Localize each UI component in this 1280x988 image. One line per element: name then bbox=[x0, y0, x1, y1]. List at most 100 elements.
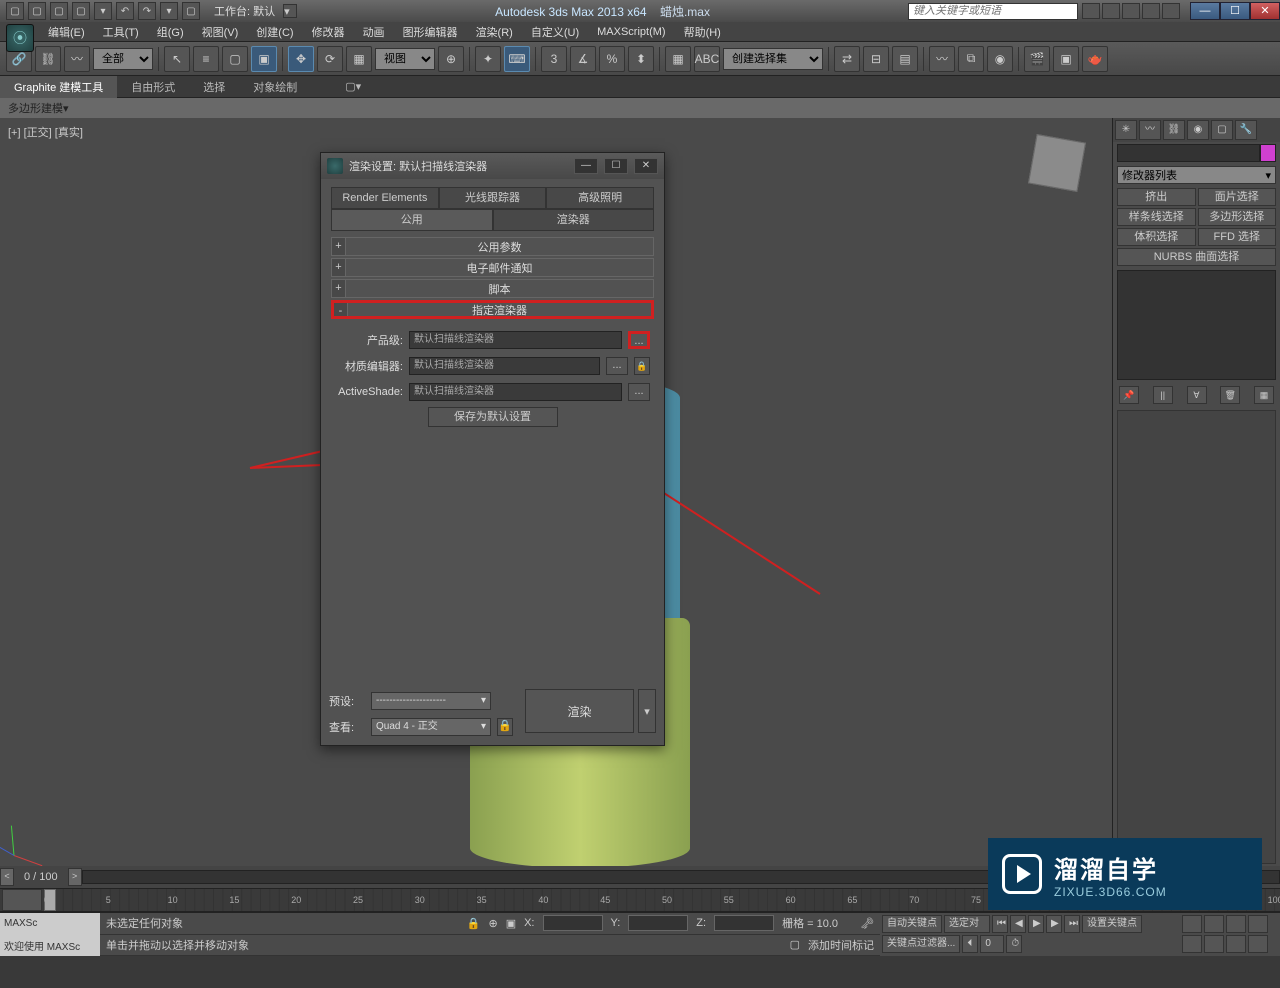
qat-dropdown[interactable]: ▾ bbox=[94, 2, 112, 20]
choose-activeshade-renderer-button[interactable]: ... bbox=[628, 383, 650, 401]
qat-button[interactable]: ▢ bbox=[72, 2, 90, 20]
tab-render-elements[interactable]: Render Elements bbox=[331, 187, 439, 209]
ribbon-tab-paint[interactable]: 对象绘制 bbox=[239, 76, 311, 98]
unlink-icon[interactable]: ⛓ bbox=[35, 46, 61, 72]
x-input[interactable] bbox=[543, 915, 603, 931]
menu-help[interactable]: 帮助(H) bbox=[676, 22, 729, 42]
z-input[interactable] bbox=[714, 915, 774, 931]
minimize-button[interactable]: — bbox=[1190, 2, 1220, 20]
play-prev-icon[interactable]: ◀ bbox=[1010, 915, 1026, 933]
setkey-button[interactable]: 设置关键点 bbox=[1082, 915, 1142, 933]
tab-advanced-lighting[interactable]: 高级照明 bbox=[546, 187, 654, 209]
modifier-stack[interactable] bbox=[1117, 270, 1276, 380]
menu-create[interactable]: 创建(C) bbox=[248, 22, 301, 42]
trackbar-config-icon[interactable] bbox=[2, 889, 42, 911]
autokey-button[interactable]: 自动关键点 bbox=[882, 915, 942, 933]
menu-edit[interactable]: 编辑(E) bbox=[40, 22, 93, 42]
play-icon[interactable]: ▶ bbox=[1028, 915, 1044, 933]
keyboard-shortcut-icon[interactable]: ⌨ bbox=[504, 46, 530, 72]
qat-button[interactable]: ▢ bbox=[6, 2, 24, 20]
tab-common[interactable]: 公用 bbox=[331, 209, 493, 231]
selected-obj[interactable]: 选定对 bbox=[944, 915, 990, 933]
utilities-tab-icon[interactable]: 🔧 bbox=[1235, 120, 1257, 140]
modifier-button[interactable]: 多边形选择 bbox=[1198, 208, 1277, 226]
material-editor-icon[interactable]: ◉ bbox=[987, 46, 1013, 72]
tab-raytracer[interactable]: 光线跟踪器 bbox=[439, 187, 547, 209]
workspace-label[interactable]: 工作台: 默认 bbox=[206, 3, 283, 19]
keyfilter-button[interactable]: 关键点过滤器... bbox=[882, 935, 960, 953]
modifier-button[interactable]: 面片选择 bbox=[1198, 188, 1277, 206]
show-end-icon[interactable]: || bbox=[1153, 386, 1173, 404]
move-icon[interactable]: ✥ bbox=[288, 46, 314, 72]
y-input[interactable] bbox=[628, 915, 688, 931]
object-name-input[interactable] bbox=[1117, 144, 1260, 162]
play-start-icon[interactable]: ⏮ bbox=[992, 915, 1008, 933]
maximize-viewport-icon[interactable] bbox=[1248, 935, 1268, 953]
add-timetag[interactable]: 添加时间标记 bbox=[808, 937, 874, 953]
layers-icon[interactable]: ▤ bbox=[892, 46, 918, 72]
rollout-common-params[interactable]: +公用参数 bbox=[331, 237, 654, 256]
viewcube-icon[interactable] bbox=[1028, 134, 1086, 192]
snap-percent-icon[interactable]: % bbox=[599, 46, 625, 72]
snap-angle-icon[interactable]: ∡ bbox=[570, 46, 596, 72]
selection-filter[interactable]: 全部 bbox=[93, 48, 153, 70]
help-icon[interactable] bbox=[1122, 3, 1140, 19]
menu-tools[interactable]: 工具(T) bbox=[95, 22, 147, 42]
modifier-button[interactable]: FFD 选择 bbox=[1198, 228, 1277, 246]
menu-grapheditors[interactable]: 图形编辑器 bbox=[395, 22, 466, 42]
help-icon[interactable] bbox=[1102, 3, 1120, 19]
align-icon[interactable]: ⊟ bbox=[863, 46, 889, 72]
view-lock-icon[interactable]: 🔒 bbox=[497, 718, 513, 736]
qat-dropdown[interactable]: ▾ bbox=[160, 2, 178, 20]
configure-icon[interactable]: ▦ bbox=[1254, 386, 1274, 404]
qat-button[interactable]: ▢ bbox=[182, 2, 200, 20]
select-manipulate-icon[interactable]: ✦ bbox=[475, 46, 501, 72]
tab-renderer[interactable]: 渲染器 bbox=[493, 209, 655, 231]
modifier-list-dropdown[interactable]: 修改器列表▾ bbox=[1117, 166, 1276, 184]
lock-icon[interactable]: 🔒 bbox=[467, 917, 481, 930]
create-tab-icon[interactable]: ✳ bbox=[1115, 120, 1137, 140]
scroll-right-icon[interactable]: > bbox=[68, 868, 82, 886]
choose-medit-renderer-button[interactable]: ... bbox=[606, 357, 628, 375]
menu-modifiers[interactable]: 修改器 bbox=[304, 22, 353, 42]
motion-tab-icon[interactable]: ◉ bbox=[1187, 120, 1209, 140]
walk-icon[interactable] bbox=[1226, 935, 1246, 953]
collapse-icon[interactable]: - bbox=[334, 303, 348, 316]
dialog-minimize-button[interactable]: — bbox=[574, 158, 598, 174]
key-rev-icon[interactable]: ⏴ bbox=[962, 935, 978, 953]
make-unique-icon[interactable]: ∀ bbox=[1187, 386, 1207, 404]
preset-dropdown[interactable]: ---------------------▾ bbox=[371, 692, 491, 710]
schematic-icon[interactable]: ⧉ bbox=[958, 46, 984, 72]
expand-icon[interactable]: + bbox=[332, 280, 346, 297]
orbit-icon[interactable] bbox=[1204, 935, 1224, 953]
render-frame-icon[interactable]: ▣ bbox=[1053, 46, 1079, 72]
qat-button[interactable]: ▢ bbox=[50, 2, 68, 20]
render-dropdown-button[interactable]: ▾ bbox=[638, 689, 656, 733]
modifier-button[interactable]: 挤出 bbox=[1117, 188, 1196, 206]
modifier-button[interactable]: 体积选择 bbox=[1117, 228, 1196, 246]
pin-stack-icon[interactable]: 📌 bbox=[1119, 386, 1139, 404]
help-icon[interactable] bbox=[1082, 3, 1100, 19]
menu-animation[interactable]: 动画 bbox=[355, 22, 393, 42]
undo-button[interactable]: ↶ bbox=[116, 2, 134, 20]
hierarchy-tab-icon[interactable]: ⛓ bbox=[1163, 120, 1185, 140]
redo-button[interactable]: ↷ bbox=[138, 2, 156, 20]
maximize-button[interactable]: ☐ bbox=[1220, 2, 1250, 20]
ribbon-tab-freeform[interactable]: 自由形式 bbox=[117, 76, 189, 98]
named-sel-edit-icon[interactable]: ABC bbox=[694, 46, 720, 72]
ref-coord-system[interactable]: 视图 bbox=[375, 48, 435, 70]
ribbon-tab-selection[interactable]: 选择 bbox=[189, 76, 239, 98]
qat-button[interactable]: ▢ bbox=[28, 2, 46, 20]
remove-mod-icon[interactable]: 🗑 bbox=[1220, 386, 1240, 404]
scale-icon[interactable]: ▦ bbox=[346, 46, 372, 72]
render-icon[interactable]: 🫖 bbox=[1082, 46, 1108, 72]
dialog-close-button[interactable]: ✕ bbox=[634, 158, 658, 174]
object-color-swatch[interactable] bbox=[1260, 144, 1276, 162]
select-icon[interactable]: ↖ bbox=[164, 46, 190, 72]
rollout-email[interactable]: +电子邮件通知 bbox=[331, 258, 654, 277]
bind-icon[interactable]: 〰 bbox=[64, 46, 90, 72]
zoom-region-icon[interactable] bbox=[1248, 915, 1268, 933]
dialog-titlebar[interactable]: 渲染设置: 默认扫描线渲染器 — ☐ ✕ bbox=[321, 153, 664, 179]
time-config-icon[interactable]: ⏱ bbox=[1006, 935, 1022, 953]
save-as-defaults-button[interactable]: 保存为默认设置 bbox=[428, 407, 558, 427]
